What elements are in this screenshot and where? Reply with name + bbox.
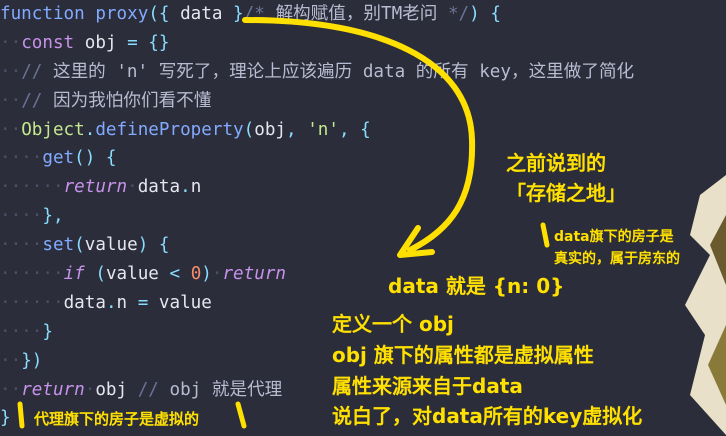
code-token: ·· xyxy=(0,379,22,400)
annotation-data-value: data 就是 {n: 0} xyxy=(388,274,565,298)
code-token: 这里的 xyxy=(52,61,117,82)
code-token: ·· xyxy=(0,119,22,140)
code-token: . xyxy=(180,177,191,198)
code-token: n xyxy=(116,292,138,313)
code-token: /* xyxy=(243,4,276,24)
code-token: · xyxy=(127,177,138,198)
code-token: set xyxy=(42,235,75,256)
code-token: 写死了，理论上应该遍历 xyxy=(148,61,363,82)
code-token: // xyxy=(137,379,159,400)
annotation-storage-title-2: 「存储之地」 xyxy=(506,181,626,205)
code-token: () { xyxy=(74,148,117,169)
code-line: ··Object.defineProperty(obj, 'n', { xyxy=(0,116,726,145)
code-token: < xyxy=(169,264,181,285)
code-token: ·· xyxy=(0,61,22,82)
code-token: */ xyxy=(437,4,470,24)
annotation-storage-title-1: 之前说到的 xyxy=(506,151,606,175)
code-token: n xyxy=(190,177,202,198)
code-token: key xyxy=(479,61,511,82)
code-token: get xyxy=(42,148,75,169)
code-token: ( xyxy=(84,264,106,285)
code-editor[interactable]: function proxy({ data }/* 解构赋值，别TM老问 */)… xyxy=(0,0,726,433)
code-token: , xyxy=(286,119,308,140)
code-token: }) xyxy=(21,350,43,371)
code-token: ({ xyxy=(148,4,181,24)
code-token: , { xyxy=(338,119,371,140)
code-token: ······ xyxy=(0,177,64,198)
code-token: } xyxy=(0,408,11,429)
code-token: 'n' xyxy=(116,61,149,82)
code-line: ··// 因为我怕你们看不懂 xyxy=(0,87,726,116)
code-token: ·· xyxy=(0,90,22,111)
code-token: ···· xyxy=(0,206,43,227)
code-token: ，这里做了简化 xyxy=(510,61,635,82)
code-token: 0 xyxy=(190,264,202,285)
code-token: 'n' xyxy=(307,119,339,140)
code-token: value xyxy=(84,235,138,256)
code-token: ) { xyxy=(137,235,170,256)
code-token: obj xyxy=(254,119,287,140)
code-token: ( xyxy=(74,235,85,256)
code-token: data xyxy=(63,292,106,313)
code-token: data xyxy=(137,177,181,198)
code-token: obj xyxy=(158,379,212,400)
code-token: return xyxy=(222,264,287,285)
code-token: defineProperty xyxy=(95,119,244,140)
code-token: 的所有 xyxy=(405,61,480,82)
annotation-define-3: 属性来源来自于data xyxy=(332,374,523,398)
code-token: return xyxy=(21,379,85,400)
code-line: ··const obj = {} xyxy=(0,29,726,58)
code-token: = xyxy=(137,292,149,313)
code-token: · xyxy=(211,264,223,285)
code-token: ) xyxy=(201,264,212,285)
code-token: ·· xyxy=(0,350,22,371)
code-token: Object xyxy=(21,119,85,140)
code-token: · xyxy=(84,379,96,400)
annotation-define-2: obj 旗下的属性都是虚拟属性 xyxy=(332,343,594,367)
character-illustration-icon xyxy=(685,175,726,435)
code-line: function proxy({ data }/* 解构赋值，别TM老问 */)… xyxy=(0,0,726,29)
code-token: . xyxy=(105,292,117,313)
code-line: ··// 这里的 'n' 写死了，理论上应该遍历 data 的所有 key，这里… xyxy=(0,58,726,87)
code-token: const xyxy=(21,32,75,53)
code-token: ) { xyxy=(469,4,501,24)
code-token: ···· xyxy=(0,235,43,256)
code-token: data xyxy=(180,4,223,24)
annotation-data-house-1: data旗下的房子是 xyxy=(554,229,674,245)
code-token: = xyxy=(127,32,138,53)
code-token: // xyxy=(21,61,53,82)
code-token: // xyxy=(21,90,53,111)
code-token: ( xyxy=(243,119,255,140)
code-token: } xyxy=(42,321,53,342)
code-token: {} xyxy=(137,32,170,53)
code-token: if xyxy=(63,264,85,285)
code-token: value xyxy=(148,292,212,313)
code-token: 就是代理 xyxy=(211,379,283,400)
code-token: ······ xyxy=(0,264,64,285)
code-token: data xyxy=(362,61,406,82)
code-token: return xyxy=(63,177,128,198)
code-token: function xyxy=(0,4,85,24)
code-token: obj xyxy=(74,32,128,53)
annotation-define-1: 定义一个 obj xyxy=(332,312,454,336)
code-token: proxy xyxy=(95,4,149,24)
code-token: }, xyxy=(42,206,64,227)
code-token: ···· xyxy=(0,321,43,342)
code-token: . xyxy=(84,119,96,140)
code-token: ······ xyxy=(0,292,64,313)
code-token: value xyxy=(105,264,170,285)
code-token: } xyxy=(222,4,244,24)
code-token: ···· xyxy=(0,148,43,169)
code-token: 解构赋值，别TM老问 xyxy=(275,4,438,24)
code-line: ····get() { xyxy=(0,144,726,173)
annotation-define-4: 说白了，对data所有的key虚拟化 xyxy=(332,404,643,428)
code-token: ·· xyxy=(0,32,22,53)
code-token: 因为我怕你们看不懂 xyxy=(52,90,212,111)
code-token: obj xyxy=(95,379,138,400)
annotation-proxy-house: 代理旗下的房子是虚拟的 xyxy=(34,410,200,428)
annotation-data-house-2: 真实的，属于房东的 xyxy=(554,251,680,267)
